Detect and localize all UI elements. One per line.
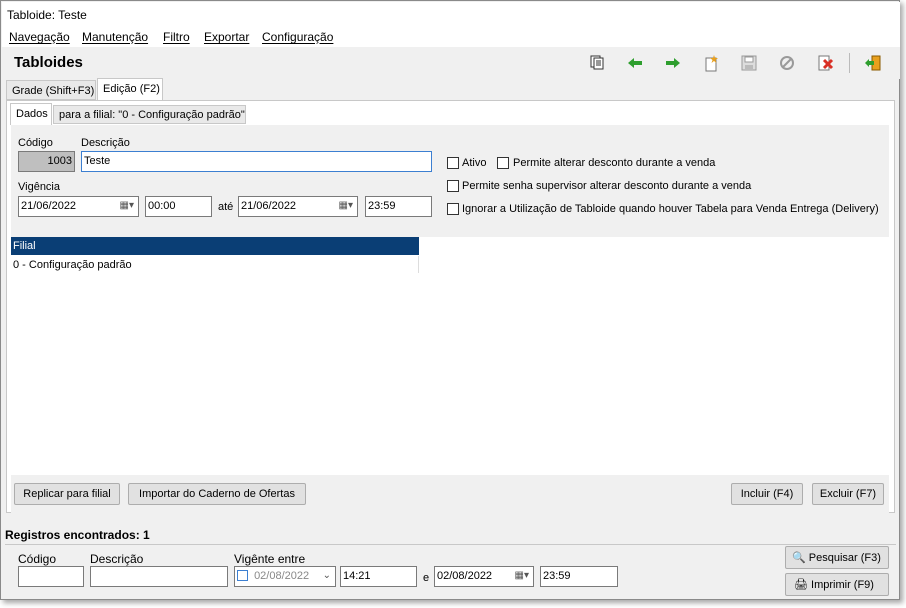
- imprimir-button[interactable]: 🖨 Imprimir (F9): [785, 573, 889, 596]
- vigencia-label: Vigência: [18, 181, 60, 193]
- incluir-button[interactable]: Incluir (F4): [731, 483, 803, 505]
- copy-records-icon[interactable]: [587, 52, 609, 74]
- permite-senha-checkbox[interactable]: [447, 180, 459, 192]
- search-date-from[interactable]: 02/08/2022 ⌄: [234, 566, 336, 587]
- menu-manutencao[interactable]: Manutenção: [82, 30, 148, 44]
- search-date-to-value: 02/08/2022: [437, 570, 493, 582]
- pesquisar-label: Pesquisar (F3): [808, 552, 881, 564]
- vigencia-time-from[interactable]: 00:00: [145, 196, 212, 217]
- page-title: Tabloides: [14, 54, 83, 71]
- menu-configuracao[interactable]: Configuração: [262, 30, 333, 44]
- printer-icon: 🖨: [794, 579, 808, 591]
- cancel-icon[interactable]: [776, 52, 798, 74]
- vigencia-time-to[interactable]: 23:59: [365, 196, 432, 217]
- search-vigente-label: Vigênte entre: [234, 552, 306, 566]
- permite-senha-label: Permite senha supervisor alterar descont…: [462, 180, 752, 192]
- arrow-left-icon[interactable]: [624, 52, 646, 74]
- calendar-dropdown-icon[interactable]: ▦▾: [339, 200, 353, 211]
- e-label: e: [423, 572, 430, 584]
- menu-filtro[interactable]: Filtro: [163, 30, 190, 44]
- search-codigo-input[interactable]: [18, 566, 84, 587]
- menu-bar: Navegação Manutenção Filtro Exportar Con…: [2, 27, 900, 47]
- search-codigo-label: Código: [18, 552, 57, 566]
- ate-label: até: [218, 201, 234, 213]
- ativo-label: Ativo: [462, 157, 487, 169]
- permite-desconto-label: Permite alterar desconto durante a venda: [513, 157, 716, 169]
- search-date-to[interactable]: 02/08/2022 ▦▾: [434, 566, 534, 587]
- filial-grid: Filial 0 - Configuração padrão: [11, 237, 889, 475]
- vigencia-date-from-value: 21/06/2022: [21, 200, 77, 212]
- divider: [5, 544, 896, 545]
- tab-edicao[interactable]: Edição (F2): [97, 78, 163, 100]
- tab-filial[interactable]: para a filial: "0 - Configuração padrão": [53, 105, 246, 124]
- search-time-to[interactable]: 23:59: [540, 566, 618, 587]
- tab-dados[interactable]: Dados: [10, 103, 52, 125]
- vigencia-date-to[interactable]: 21/06/2022 ▦▾: [238, 196, 358, 217]
- ignorar-label: Ignorar a Utilização de Tabloide quando …: [462, 203, 879, 215]
- descricao-field[interactable]: Teste: [81, 151, 432, 172]
- tab-grade[interactable]: Grade (Shift+F3): [6, 80, 96, 100]
- excluir-button[interactable]: Excluir (F7): [812, 483, 884, 505]
- search-icon: 🔍: [792, 552, 806, 564]
- codigo-label: Código: [18, 137, 53, 149]
- new-record-icon[interactable]: [700, 52, 722, 74]
- menu-exportar[interactable]: Exportar: [204, 30, 249, 44]
- permite-desconto-checkbox[interactable]: [497, 157, 509, 169]
- delete-icon[interactable]: [814, 52, 836, 74]
- date-enable-checkbox[interactable]: [237, 570, 248, 581]
- search-date-from-value: 02/08/2022: [254, 570, 310, 582]
- calendar-dropdown-icon[interactable]: ▦▾: [515, 570, 529, 581]
- window-title: Tabloide: Teste: [7, 8, 87, 22]
- pesquisar-button[interactable]: 🔍 Pesquisar (F3): [785, 546, 889, 569]
- app-window: Tabloide: Teste Navegação Manutenção Fil…: [0, 0, 900, 600]
- status-text: Registros encontrados: 1: [5, 528, 150, 542]
- vigencia-date-to-value: 21/06/2022: [241, 200, 297, 212]
- imprimir-label: Imprimir (F9): [811, 579, 874, 591]
- table-row[interactable]: 0 - Configuração padrão: [11, 256, 419, 273]
- toolbar-divider: [849, 53, 850, 73]
- descricao-label: Descrição: [81, 137, 130, 149]
- header: Tabloides: [2, 47, 900, 79]
- chevron-down-icon[interactable]: ⌄: [323, 570, 331, 581]
- replicar-button[interactable]: Replicar para filial: [14, 483, 120, 505]
- title-bar: Tabloide: Teste: [2, 2, 900, 27]
- grid-header-filial[interactable]: Filial: [11, 237, 419, 255]
- vigencia-date-from[interactable]: 21/06/2022 ▦▾: [18, 196, 139, 217]
- search-descricao-input[interactable]: [90, 566, 228, 587]
- codigo-field: 1003: [18, 151, 75, 172]
- search-descricao-label: Descrição: [90, 552, 144, 566]
- main-tabs: Grade (Shift+F3) Edição (F2): [2, 78, 900, 100]
- importar-button[interactable]: Importar do Caderno de Ofertas: [128, 483, 306, 505]
- save-icon[interactable]: [738, 52, 760, 74]
- arrow-right-icon[interactable]: [662, 52, 684, 74]
- ignorar-checkbox[interactable]: [447, 203, 459, 215]
- menu-navegacao[interactable]: Navegação: [9, 30, 70, 44]
- search-time-from[interactable]: 14:21: [340, 566, 417, 587]
- exit-icon[interactable]: [862, 52, 884, 74]
- calendar-dropdown-icon[interactable]: ▦▾: [120, 200, 134, 211]
- ativo-checkbox[interactable]: [447, 157, 459, 169]
